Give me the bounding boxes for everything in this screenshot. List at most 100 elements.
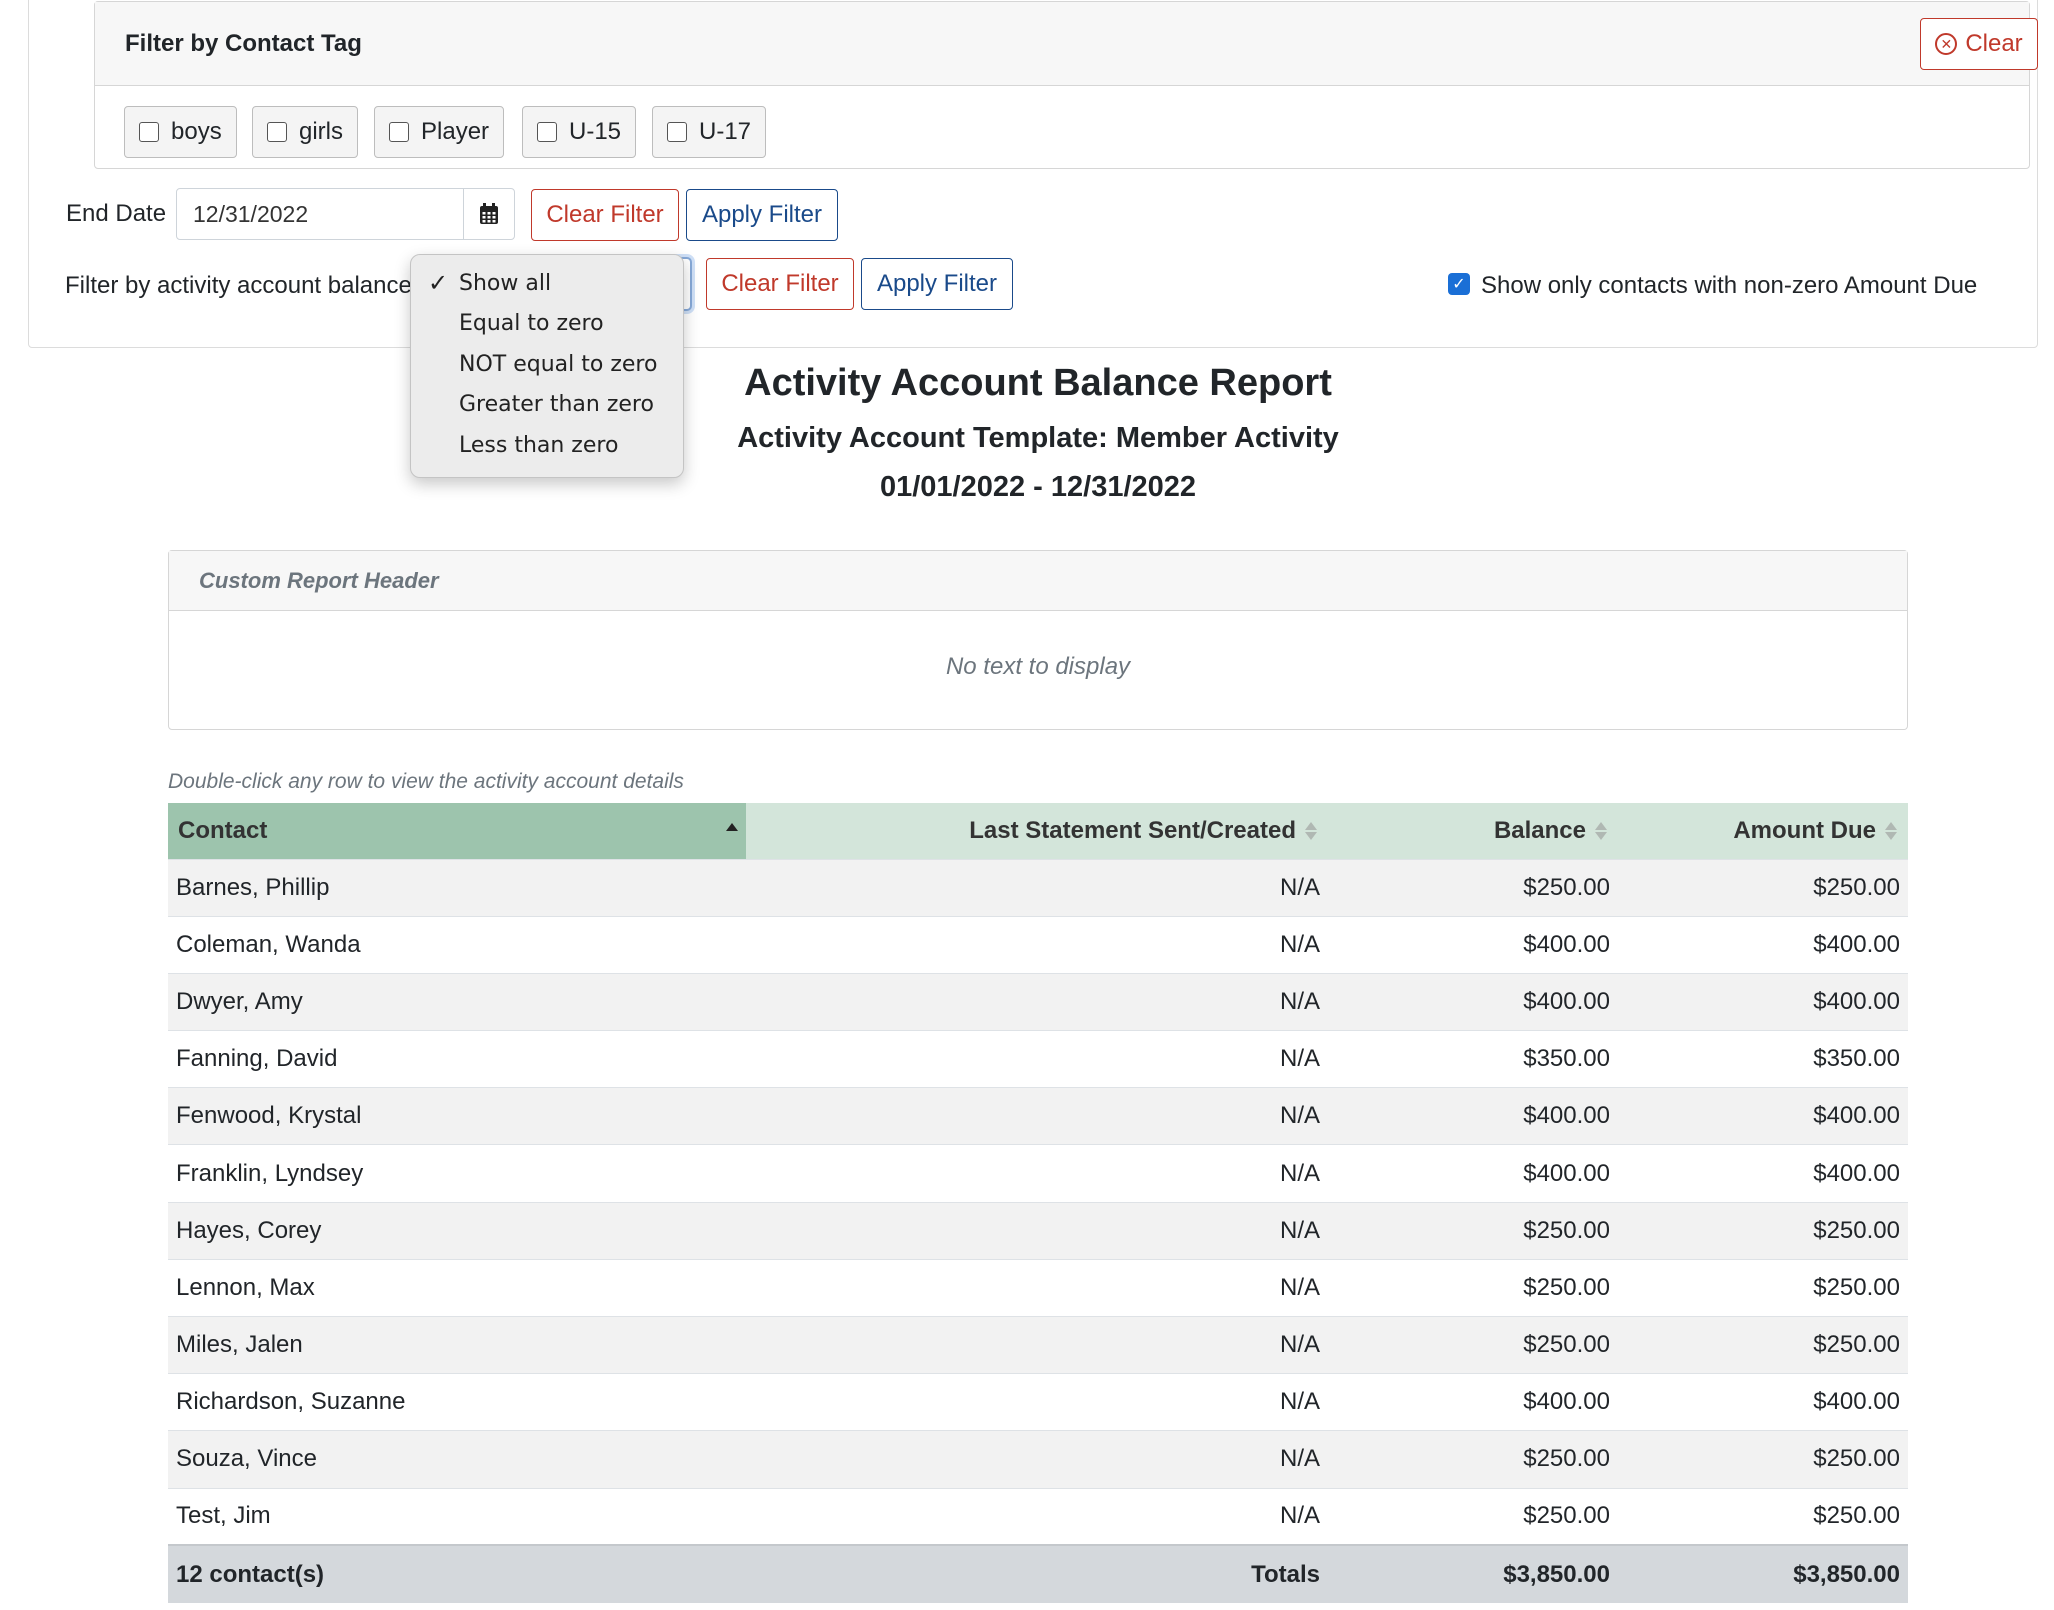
tag-checkbox[interactable] [267,122,287,142]
tag-label: girls [299,118,344,145]
table-row[interactable]: Test, Jim N/A $250.00 $250.00 [168,1487,1908,1546]
table-row[interactable]: Lennon, Max N/A $250.00 $250.00 [168,1258,1908,1317]
table-row[interactable]: Hayes, Corey N/A $250.00 $250.00 [168,1201,1908,1260]
column-header-balance[interactable]: Balance [1328,803,1618,859]
balance-cell: $350.00 [1328,1030,1618,1088]
column-header-contact[interactable]: Contact [168,803,746,859]
balance-report-table: Contact Last Statement Sent/Created Bala… [168,803,1908,1604]
balance-total: $3,850.00 [1328,1544,1618,1604]
amount-due-cell: $400.00 [1618,915,1908,974]
tag-label: U-17 [699,118,752,145]
amount-due-cell: $400.00 [1618,1144,1908,1203]
contact-cell: Miles, Jalen [168,1315,746,1374]
amount-due-cell: $250.00 [1618,1258,1908,1317]
report-date-range: 01/01/2022 - 12/31/2022 [879,471,1197,503]
tag-checkbox[interactable] [537,122,557,142]
dropdown-option-equal-to-zero[interactable]: Equal to zero [411,304,683,345]
checkmark-icon: ✓ [1452,276,1466,293]
balance-apply-filter-button[interactable]: Apply Filter [861,258,1013,310]
tag-label: U-15 [569,118,622,145]
table-row[interactable]: Richardson, Suzanne N/A $400.00 $400.00 [168,1373,1908,1431]
tag-chip-u15[interactable]: U-15 [522,106,637,158]
table-row[interactable]: Miles, Jalen N/A $250.00 $250.00 [168,1315,1908,1374]
column-header-last-statement[interactable]: Last Statement Sent/Created [746,803,1328,859]
balance-cell: $400.00 [1328,1373,1618,1431]
table-row[interactable]: Franklin, Lyndsey N/A $400.00 $400.00 [168,1144,1908,1203]
last-statement-cell: N/A [746,1087,1328,1145]
last-statement-cell: N/A [746,1144,1328,1203]
table-row[interactable]: Souza, Vince N/A $250.00 $250.00 [168,1430,1908,1489]
amount-due-cell: $400.00 [1618,1373,1908,1431]
last-statement-cell: N/A [746,1315,1328,1374]
nonzero-amount-checkbox[interactable]: ✓ [1448,273,1470,295]
tag-label: Player [421,118,490,145]
table-row[interactable]: Dwyer, Amy N/A $400.00 $400.00 [168,972,1908,1031]
table-footer-row: 12 contact(s) Totals $3,850.00 $3,850.00 [168,1544,1908,1604]
tag-chip-girls[interactable]: girls [252,106,359,158]
last-statement-cell: N/A [746,915,1328,974]
balance-cell: $250.00 [1328,1258,1618,1317]
balance-cell: $250.00 [1328,1201,1618,1260]
balance-cell: $400.00 [1328,915,1618,974]
checkmark-icon: ✓ [428,269,449,297]
contact-cell: Richardson, Suzanne [168,1373,746,1431]
tag-chip-u17[interactable]: U-17 [652,106,767,158]
amount-due-cell: $400.00 [1618,1087,1908,1145]
table-row[interactable]: Fanning, David N/A $350.00 $350.00 [168,1030,1908,1088]
dropdown-option-label: NOT equal to zero [459,351,658,377]
end-date-clear-filter-button[interactable]: Clear Filter [531,189,679,241]
balance-filter-dropdown-menu: ✓ Show all Equal to zero NOT equal to ze… [410,254,684,478]
tag-chip-player[interactable]: Player [374,106,505,158]
last-statement-cell: N/A [746,1201,1328,1260]
contact-tag-filter-card: Filter by Contact Tag ✕ Clear boys girls… [94,1,2038,169]
table-row[interactable]: Fenwood, Krystal N/A $400.00 $400.00 [168,1087,1908,1145]
dropdown-option-less-than-zero[interactable]: Less than zero [411,425,683,466]
dropdown-option-not-equal-to-zero[interactable]: NOT equal to zero [411,344,683,385]
end-date-value: 12/31/2022 [193,200,309,227]
contact-tag-filter-header: Filter by Contact Tag ✕ Clear [95,2,2038,86]
custom-report-header-body: No text to display [945,653,1131,680]
amount-due-cell: $250.00 [1618,1201,1908,1260]
table-row[interactable]: Barnes, Phillip N/A $250.00 $250.00 [168,858,1908,917]
contact-cell: Souza, Vince [168,1430,746,1489]
amount-due-total: $3,850.00 [1618,1544,1908,1604]
calendar-button[interactable] [463,188,515,240]
dropdown-option-show-all[interactable]: ✓ Show all [411,263,683,304]
totals-label: Totals [746,1544,1328,1604]
calendar-icon [480,203,498,224]
clear-tags-label: Clear [1965,30,2023,57]
table-row[interactable]: Coleman, Wanda N/A $400.00 $400.00 [168,915,1908,974]
report-template: Activity Account Template: Member Activi… [737,422,1339,454]
balance-cell: $400.00 [1328,1087,1618,1145]
end-date-apply-filter-button[interactable]: Apply Filter [686,189,838,241]
tag-checkbox[interactable] [139,122,159,142]
balance-cell: $250.00 [1328,1430,1618,1489]
dropdown-option-label: Greater than zero [459,392,654,418]
table-hint: Double-click any row to view the activit… [168,770,684,793]
amount-due-cell: $350.00 [1618,1030,1908,1088]
tag-chip-boys[interactable]: boys [124,106,237,158]
balance-cell: $250.00 [1328,1487,1618,1546]
amount-due-cell: $250.00 [1618,1487,1908,1546]
column-header-label: Last Statement Sent/Created [969,816,1296,844]
balance-cell: $400.00 [1328,1144,1618,1203]
last-statement-cell: N/A [746,1258,1328,1317]
balance-clear-filter-button[interactable]: Clear Filter [706,258,854,310]
custom-report-header-title: Custom Report Header [169,551,1907,611]
nonzero-amount-label: Show only contacts with non-zero Amount … [1481,272,1978,299]
end-date-input[interactable]: 12/31/2022 [176,188,464,240]
contact-cell: Fanning, David [168,1030,746,1088]
sort-icon [1304,820,1318,842]
dropdown-option-greater-than-zero[interactable]: Greater than zero [411,385,683,426]
contact-cell: Lennon, Max [168,1258,746,1317]
amount-due-cell: $250.00 [1618,1315,1908,1374]
circle-x-icon: ✕ [1935,33,1958,55]
table-header-row: Contact Last Statement Sent/Created Bala… [168,803,1908,859]
tag-checkbox[interactable] [667,122,687,142]
last-statement-cell: N/A [746,1030,1328,1088]
column-header-amount-due[interactable]: Amount Due [1618,803,1908,859]
contact-cell: Test, Jim [168,1487,746,1546]
last-statement-cell: N/A [746,1373,1328,1431]
tag-checkbox[interactable] [389,122,409,142]
clear-tags-button[interactable]: ✕ Clear [1920,18,2038,70]
